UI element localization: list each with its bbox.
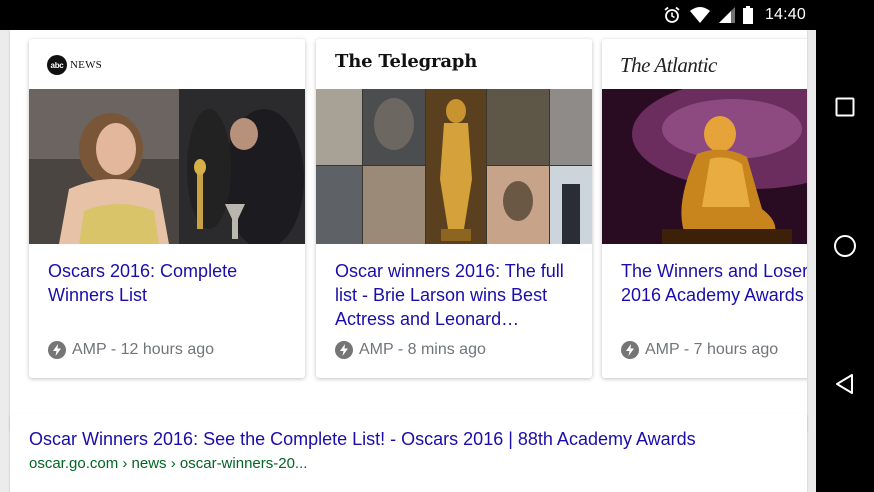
thumbnail-image — [602, 89, 807, 244]
search-result[interactable]: Oscar Winners 2016: See the Complete Lis… — [10, 414, 807, 492]
card-meta-text: AMP - 7 hours ago — [645, 341, 779, 358]
amp-lightning-icon — [621, 341, 639, 359]
news-card[interactable]: The Telegraph Oscar winners 2016: The fu… — [316, 39, 592, 378]
recents-button[interactable] — [830, 92, 860, 122]
card-headline-link[interactable]: Oscars 2016: Complete Winners List — [48, 259, 297, 307]
card-meta-text: AMP - 8 mins ago — [359, 341, 486, 358]
result-url: oscar.go.com › news › oscar-winners-20..… — [29, 455, 308, 472]
status-bar: 14:40 — [0, 0, 816, 30]
card-thumbnail[interactable] — [316, 89, 592, 244]
result-title-link[interactable]: Oscar Winners 2016: See the Complete Lis… — [29, 429, 696, 450]
abc-logo-mark: abc — [47, 55, 67, 75]
search-results[interactable]: abc NEWS Oscars 2016: Complete Winners L… — [0, 30, 816, 492]
card-meta-text: AMP - 12 hours ago — [72, 341, 215, 358]
abc-news-logo: abc NEWS — [47, 55, 102, 75]
card-meta: AMP - 7 hours ago — [621, 341, 778, 359]
wifi-icon — [689, 7, 710, 23]
card-thumbnail[interactable] — [602, 89, 807, 244]
amp-lightning-icon — [48, 341, 66, 359]
publisher-logo: The Telegraph — [316, 39, 592, 89]
amp-lightning-icon — [335, 341, 353, 359]
recents-square-icon — [835, 97, 855, 117]
alarm-icon — [664, 6, 680, 23]
thumbnail-image — [29, 89, 305, 244]
card-headline-link[interactable]: The Winners and Losers of the 2016 Acade… — [621, 259, 807, 307]
battery-icon — [742, 6, 753, 24]
status-time: 14:40 — [764, 6, 806, 23]
thumbnail-image — [316, 89, 592, 244]
publisher-logo: abc NEWS — [29, 39, 305, 89]
home-circle-icon — [834, 235, 856, 257]
navigation-bar — [816, 0, 874, 492]
status-icons: 14:40 — [663, 5, 806, 25]
card-headline-link[interactable]: Oscar winners 2016: The full list - Brie… — [335, 259, 584, 331]
abc-logo-word: NEWS — [70, 59, 102, 71]
card-thumbnail[interactable] — [29, 89, 305, 244]
atlantic-logo: The Atlantic — [620, 53, 717, 77]
news-card[interactable]: The Atlantic The Winners and Losers of t… — [602, 39, 807, 378]
cell-signal-icon — [718, 7, 735, 23]
card-meta: AMP - 12 hours ago — [48, 341, 214, 359]
telegraph-logo: The Telegraph — [335, 51, 478, 72]
publisher-logo: The Atlantic — [602, 39, 807, 89]
home-button[interactable] — [830, 231, 860, 261]
back-button[interactable] — [830, 369, 860, 399]
news-card[interactable]: abc NEWS Oscars 2016: Complete Winners L… — [29, 39, 305, 378]
card-meta: AMP - 8 mins ago — [335, 341, 486, 359]
top-stories-carousel[interactable]: abc NEWS Oscars 2016: Complete Winners L… — [10, 30, 807, 432]
back-triangle-icon — [836, 374, 853, 394]
